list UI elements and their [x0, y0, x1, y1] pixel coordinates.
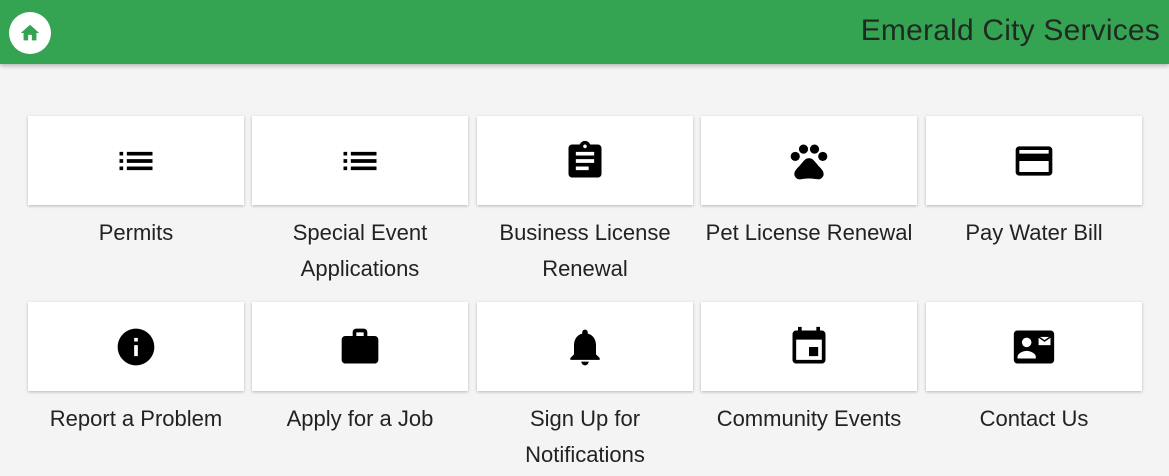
tile-label: Permits — [98, 220, 174, 245]
tile-label: Special Event Applications — [292, 220, 428, 281]
tile-label: Apply for a Job — [286, 406, 434, 431]
tile-card[interactable] — [926, 302, 1142, 391]
tile-label: Pet License Renewal — [705, 220, 913, 245]
paw-icon — [790, 144, 828, 179]
credit-card-icon — [1015, 145, 1053, 176]
tile-business-license-renewal[interactable]: Business License Renewal — [477, 116, 693, 287]
tile-special-event-applications[interactable]: Special Event Applications — [252, 116, 468, 287]
briefcase-icon — [341, 328, 379, 363]
app-title: Emerald City Services — [860, 14, 1160, 47]
tile-label: Sign Up for Notifications — [525, 406, 645, 467]
calendar-icon — [792, 326, 826, 363]
list-icon — [343, 151, 377, 170]
tile-card[interactable] — [252, 116, 468, 205]
contact-card-icon — [1013, 330, 1055, 363]
tile-card[interactable] — [28, 302, 244, 391]
tile-label: Business License Renewal — [499, 220, 671, 281]
tile-card[interactable] — [701, 116, 917, 205]
app-header: Emerald City Services — [0, 0, 1169, 64]
home-icon — [20, 24, 40, 41]
info-icon — [117, 328, 155, 365]
tile-sign-up-for-notifications[interactable]: Sign Up for Notifications — [477, 302, 693, 473]
tile-label: Report a Problem — [49, 406, 223, 431]
tile-card[interactable] — [701, 302, 917, 391]
tile-report-a-problem[interactable]: Report a Problem — [28, 302, 244, 437]
tile-card[interactable] — [926, 116, 1142, 205]
bell-icon — [570, 329, 600, 365]
tile-permits[interactable]: Permits — [28, 116, 244, 251]
tile-pet-license-renewal[interactable]: Pet License Renewal — [701, 116, 917, 251]
tile-card[interactable] — [477, 302, 693, 391]
tile-label: Pay Water Bill — [965, 220, 1103, 245]
tile-community-events[interactable]: Community Events — [701, 302, 917, 437]
tile-contact-us[interactable]: Contact Us — [926, 302, 1142, 437]
list-icon — [119, 151, 153, 170]
tile-label: Community Events — [716, 406, 902, 431]
tile-pay-water-bill[interactable]: Pay Water Bill — [926, 116, 1142, 251]
tile-apply-for-a-job[interactable]: Apply for a Job — [252, 302, 468, 437]
tile-label: Contact Us — [979, 406, 1089, 431]
tile-card[interactable] — [252, 302, 468, 391]
tile-card[interactable] — [28, 116, 244, 205]
home-button[interactable] — [9, 12, 51, 54]
clipboard-icon — [568, 140, 602, 177]
tile-card[interactable] — [477, 116, 693, 205]
